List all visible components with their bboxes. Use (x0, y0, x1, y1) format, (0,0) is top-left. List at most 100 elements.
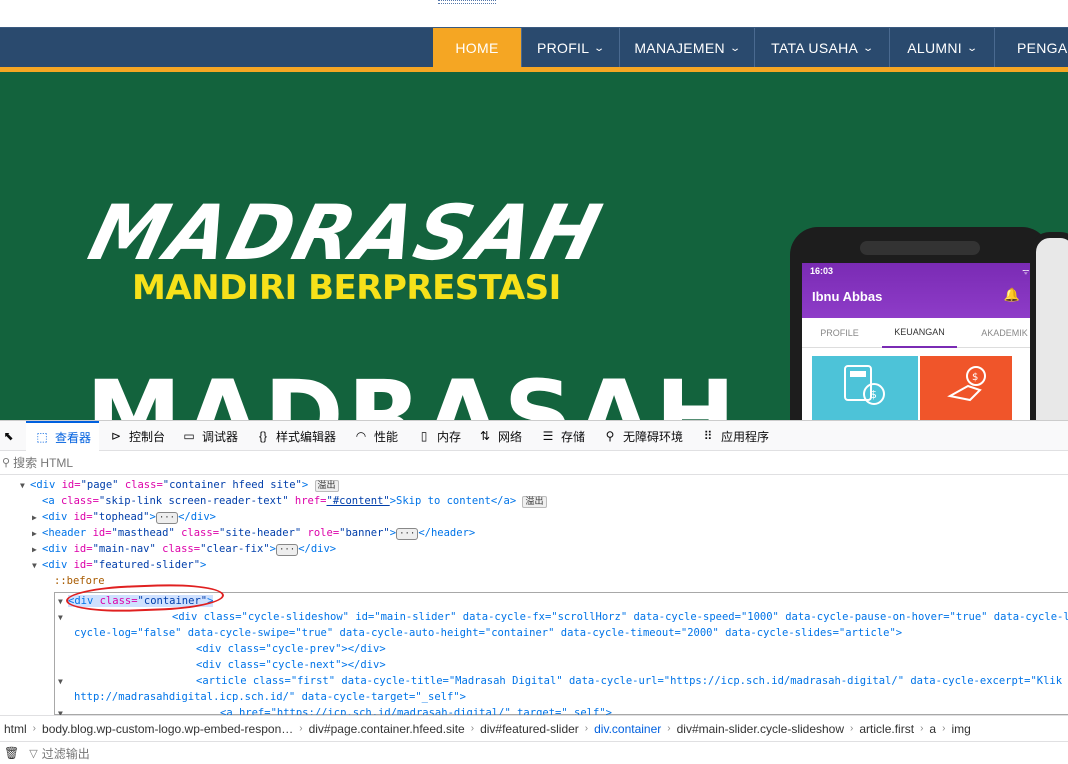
chevron-down-icon: ⌄ (729, 42, 742, 54)
status-time: 16:03 (810, 266, 834, 276)
nav-item-alumni[interactable]: ALUMNI ⌄ (890, 28, 995, 67)
expand-toggle-icon[interactable]: ▼ (58, 609, 68, 626)
breadcrumb-item[interactable]: div#featured-slider (476, 722, 583, 736)
tree-node-main-slider[interactable]: <div class="cycle-slideshow" id="main-sl… (172, 609, 1068, 625)
console-icon: ⊳ (110, 429, 122, 443)
collapsed-content-icon[interactable]: ··· (396, 528, 419, 540)
devtools-toolbar: ⬉ ⬚ 查看器 ⊳ 控制台 ▭ 调试器 {} 样式编辑器 ◠ 性能 ▯ 内存 ⇅ 网络 ☰ 存储… (0, 421, 1068, 451)
console-bar: 🗑 ▽ 过滤输出 (0, 741, 1068, 764)
nav-label: ALUMNI (907, 40, 962, 56)
chevron-right-icon: › (920, 723, 924, 734)
chevron-down-icon: ⌄ (966, 42, 979, 54)
tree-node-article[interactable]: <article class="first" data-cycle-title=… (196, 673, 1068, 689)
expand-toggle-icon[interactable]: ▶ (32, 542, 42, 558)
hero-slider[interactable]: MADRASAH MANDIRI BERPRESTASI MADRASAH 16… (0, 72, 1068, 420)
tree-node-tophead[interactable]: ▶ <div id="tophead"> ··· </div> (32, 509, 216, 526)
breadcrumb-item[interactable]: article.first (855, 722, 918, 736)
tab-memory[interactable]: ▯ 内存 (416, 421, 461, 451)
tree-node-masthead[interactable]: ▶ <header id="masthead" class="site-heade… (32, 525, 475, 542)
tree-node-skip-link[interactable]: <a class="skip-link screen-reader-text" … (42, 493, 547, 510)
collapsed-content-icon[interactable]: ··· (275, 544, 299, 556)
accessibility-icon: ⚲ (605, 429, 615, 443)
memory-icon: ▯ (420, 429, 428, 443)
hero-title: MADRASAH (80, 188, 612, 277)
app-tile-calculator: $ (812, 356, 918, 420)
breadcrumb-item-current[interactable]: div.container (590, 722, 665, 736)
tab-storage[interactable]: ☰ 存储 (540, 421, 585, 451)
tab-network[interactable]: ⇅ 网络 (477, 421, 522, 451)
nav-label: PENGAD (1017, 40, 1068, 56)
phone-notch (860, 241, 980, 255)
app-bar: 16:03 ᯤ ▮ Ibnu Abbas 🔔 (802, 263, 1042, 318)
nav-item-home[interactable]: HOME (433, 28, 522, 67)
trash-icon[interactable]: 🗑 (4, 746, 19, 760)
tree-node-cycle-prev[interactable]: <div class="cycle-prev"></div> (196, 641, 386, 657)
expand-toggle-icon[interactable]: ▼ (58, 705, 68, 715)
tree-node-featured-slider[interactable]: ▼ <div id="featured-slider"> (32, 557, 206, 574)
tab-accessibility[interactable]: ⚲ 无障碍环境 (602, 421, 683, 451)
tree-node-page[interactable]: ▼ <div id="page" class="container hfeed s… (20, 477, 339, 494)
tab-label: 网络 (498, 429, 523, 444)
breadcrumb-item[interactable]: a (925, 722, 940, 736)
collapsed-content-icon[interactable]: ··· (155, 512, 179, 524)
chevron-right-icon: › (299, 723, 303, 734)
overflow-badge[interactable]: 溢出 (522, 496, 547, 508)
breadcrumb-item[interactable]: div#main-slider.cycle-slideshow (673, 722, 848, 736)
expand-toggle-icon[interactable]: ▼ (20, 478, 30, 494)
tree-node-main-slider-cont: cycle-log="false" data-cycle-swipe="true… (74, 627, 903, 639)
breadcrumb-item[interactable]: body.blog.wp-custom-logo.wp-embed-respon… (38, 722, 297, 736)
expand-toggle-icon[interactable]: ▼ (58, 673, 68, 690)
application-icon: ⠿ (703, 429, 713, 443)
nav-label: MANAJEMEN (634, 40, 725, 56)
main-nav: HOME PROFIL ⌄ MANAJEMEN ⌄ TATA USAHA ⌄ ALUM… (0, 27, 1068, 67)
tab-style-editor[interactable]: {} 样式编辑器 (255, 421, 336, 451)
nav-label: TATA USAHA (771, 40, 859, 56)
tree-node-article-cont: http://madrasahdigital.icp.sch.id/" data… (74, 691, 466, 703)
tab-performance[interactable]: ◠ 性能 (353, 421, 398, 451)
nav-item-tata-usaha[interactable]: TATA USAHA ⌄ (755, 28, 890, 67)
tree-node-main-nav[interactable]: ▶ <div id="main-nav" class="clear-fix"> ··… (32, 541, 336, 558)
filter-icon: ▽ (29, 747, 38, 760)
html-search-bar[interactable]: ⚲ 搜索 HTML (0, 451, 1068, 475)
nav-item-pengad[interactable]: PENGAD (995, 28, 1068, 67)
overflow-badge[interactable]: 溢出 (314, 480, 339, 492)
chevron-right-icon: › (850, 723, 854, 734)
svg-text:$: $ (870, 388, 877, 401)
tree-node-cycle-next[interactable]: <div class="cycle-next"></div> (196, 657, 386, 673)
tab-inspector[interactable]: ⬚ 查看器 (26, 421, 100, 451)
app-tab-profile: PROFILE (820, 328, 859, 338)
expand-toggle-icon[interactable]: ▼ (32, 558, 42, 574)
breadcrumb-item[interactable]: div#page.container.hfeed.site (305, 722, 469, 736)
breadcrumb-item[interactable]: img (947, 722, 974, 736)
tree-node-link[interactable]: <a href="https://icp.sch.id/madrasah-dig… (220, 705, 612, 715)
element-picker-button[interactable]: ⬉ (2, 421, 20, 451)
expand-toggle-icon[interactable]: ▶ (32, 510, 42, 526)
nav-item-profil[interactable]: PROFIL ⌄ (522, 28, 620, 67)
tab-label: 内存 (437, 429, 462, 444)
expand-toggle-icon[interactable]: ▶ (32, 526, 42, 542)
svg-text:$: $ (972, 372, 978, 383)
calculator-icon: $ (844, 365, 885, 405)
tab-label: 调试器 (202, 429, 239, 444)
search-input[interactable]: 搜索 HTML (13, 454, 73, 471)
tab-label: 性能 (374, 429, 399, 444)
search-icon: ⚲ (2, 457, 11, 469)
devtools-panel: ⬉ ⬚ 查看器 ⊳ 控制台 ▭ 调试器 {} 样式编辑器 ◠ 性能 ▯ 内存 ⇅ 网络 ☰ 存储… (0, 420, 1068, 763)
nav-item-manajemen[interactable]: MANAJEMEN ⌄ (620, 28, 755, 67)
tree-node-before[interactable]: ::before (54, 573, 105, 589)
tab-label: 应用程序 (721, 429, 770, 444)
tab-label: 存储 (561, 429, 586, 444)
markup-tree: ▼ <div id="page" class="container hfeed s… (0, 475, 1068, 715)
app-tabs: PROFILE KEUANGAN AKADEMIK (802, 318, 1042, 348)
console-filter-input[interactable]: 过滤输出 (42, 745, 90, 762)
breadcrumb-item[interactable]: html (0, 722, 31, 736)
chevron-right-icon: › (32, 723, 37, 734)
network-icon: ⇅ (479, 429, 491, 443)
hero-subtitle: MANDIRI BERPRESTASI (132, 268, 561, 308)
tab-label: 样式编辑器 (276, 429, 337, 444)
tab-application[interactable]: ⠿ 应用程序 (700, 421, 769, 451)
site-logo[interactable] (438, 0, 496, 4)
tab-console[interactable]: ⊳ 控制台 (108, 421, 165, 451)
chevron-down-icon: ⌄ (593, 42, 606, 54)
tab-debugger[interactable]: ▭ 调试器 (181, 421, 238, 451)
